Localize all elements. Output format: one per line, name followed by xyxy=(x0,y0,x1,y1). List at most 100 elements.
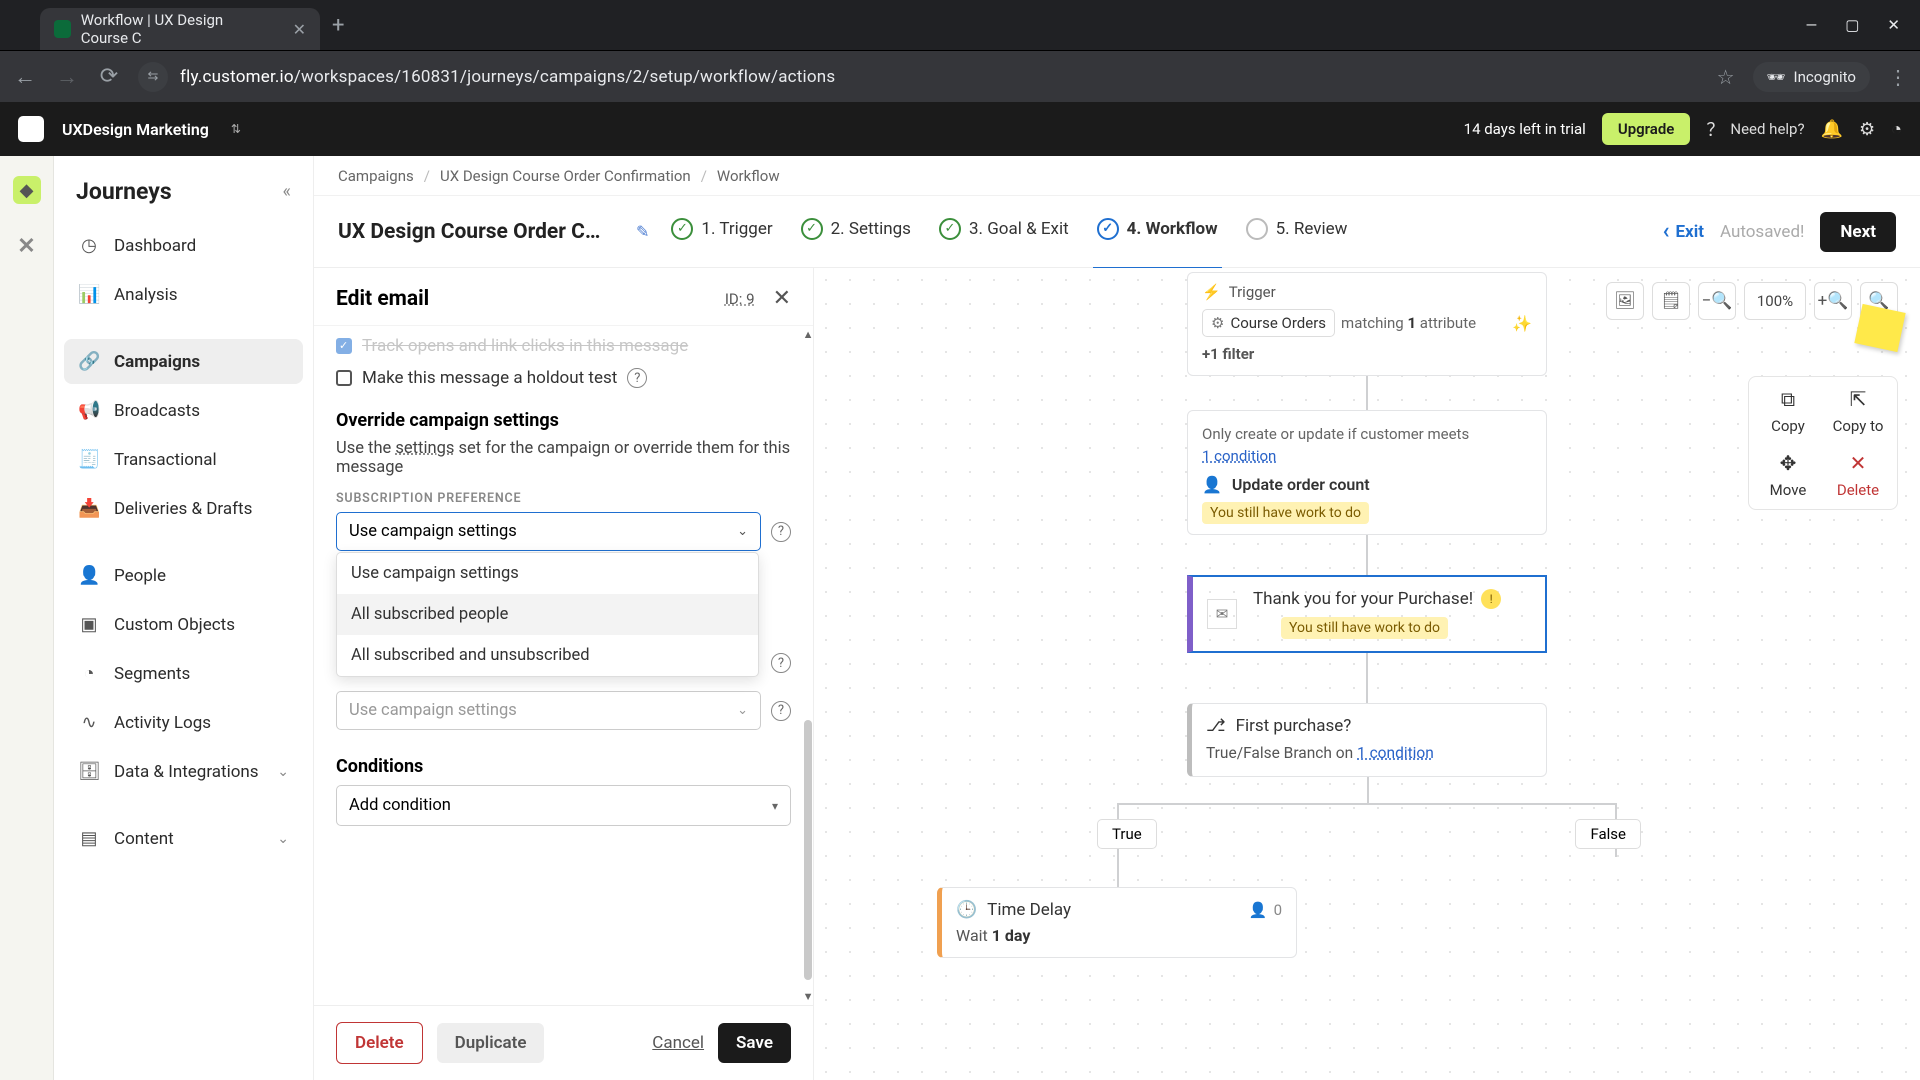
edit-title-icon[interactable]: ✎ xyxy=(636,222,649,241)
chevron-down-icon: ⌄ xyxy=(277,764,289,780)
step-trigger[interactable]: ✓1. Trigger xyxy=(671,218,772,246)
zoom-level[interactable]: 100% xyxy=(1744,282,1806,320)
sidebar-item-content[interactable]: ▤Content⌄ xyxy=(64,816,303,861)
copy-to-action[interactable]: ⇱Copy to xyxy=(1823,387,1893,435)
node-actions: ⧉Copy ⇱Copy to ✥Move ✕Delete xyxy=(1748,376,1898,510)
zoom-out-icon[interactable]: −🔍 xyxy=(1698,282,1736,320)
scroll-down-icon[interactable]: ▼ xyxy=(803,990,813,1003)
window-maximize-icon[interactable]: ▢ xyxy=(1845,16,1859,34)
sidebar-item-deliveries[interactable]: 📥Deliveries & Drafts xyxy=(64,486,303,531)
sidebar-item-broadcasts[interactable]: 📢Broadcasts xyxy=(64,388,303,433)
sidebar-collapse-icon[interactable]: « xyxy=(283,181,291,202)
sidebar-item-transactional[interactable]: 🧾Transactional xyxy=(64,437,303,482)
crumb-campaigns[interactable]: Campaigns xyxy=(338,167,414,185)
delete-button[interactable]: Delete xyxy=(336,1022,423,1064)
sidebar-item-activity[interactable]: ∿Activity Logs xyxy=(64,700,303,745)
email-icon: ✉ xyxy=(1207,599,1237,629)
sidebar-item-data[interactable]: 🗄Data & Integrations⌄ xyxy=(64,749,303,794)
tab-close-icon[interactable]: ✕ xyxy=(293,20,306,39)
save-button[interactable]: Save xyxy=(718,1023,791,1063)
checkbox-checked-icon[interactable] xyxy=(336,338,352,354)
settings-link[interactable]: settings xyxy=(395,439,454,458)
sidebar-item-analysis[interactable]: 📊Analysis xyxy=(64,272,303,317)
step-goal[interactable]: ✓3. Goal & Exit xyxy=(939,218,1069,246)
email-node[interactable]: ✉ Thank you for your Purchase! ! You sti… xyxy=(1187,575,1547,653)
bookmark-icon[interactable]: ☆ xyxy=(1717,65,1735,89)
exit-link[interactable]: Exit xyxy=(1663,219,1704,244)
trigger-filter[interactable]: +1 filter xyxy=(1202,345,1532,363)
workspace-name[interactable]: UXDesign Marketing xyxy=(62,120,209,139)
reload-button[interactable]: ⟳ xyxy=(96,64,122,89)
sidebar-item-dashboard[interactable]: ◷Dashboard xyxy=(64,223,303,268)
delay-node[interactable]: 🕒Time Delay 👤0 Wait 1 day xyxy=(937,887,1297,958)
settings-icon[interactable]: ⚙ xyxy=(1859,119,1875,140)
add-condition-select[interactable]: Add condition ▾ xyxy=(336,785,791,826)
condition-link[interactable]: 1 condition xyxy=(1202,447,1276,465)
step-review[interactable]: 5. Review xyxy=(1246,218,1348,246)
browser-tab[interactable]: Workflow | UX Design Course C ✕ xyxy=(40,8,320,50)
delete-action[interactable]: ✕Delete xyxy=(1823,451,1893,499)
cancel-link[interactable]: Cancel xyxy=(652,1033,704,1053)
profile-icon[interactable]: ◔ xyxy=(1891,119,1902,140)
help-icon[interactable]: ? xyxy=(627,368,647,388)
site-info-icon[interactable]: ⇆ xyxy=(138,62,168,92)
step-workflow[interactable]: ✓4. Workflow xyxy=(1097,218,1218,246)
incognito-icon: 🕶 xyxy=(1767,68,1786,86)
branch-cond-link[interactable]: 1 condition xyxy=(1357,744,1434,762)
help-icon[interactable]: ? xyxy=(771,522,791,542)
condition-node[interactable]: Only create or update if customer meets … xyxy=(1187,410,1547,535)
window-close-icon[interactable]: ✕ xyxy=(1887,16,1900,34)
sidebar-item-campaigns[interactable]: 🔗Campaigns xyxy=(64,339,303,384)
holdout-row[interactable]: Make this message a holdout test ? xyxy=(336,368,791,388)
help-icon[interactable]: ? xyxy=(771,653,791,673)
browser-menu-icon[interactable]: ⋮ xyxy=(1888,65,1908,89)
back-button[interactable]: ← xyxy=(12,64,38,90)
zoom-in-icon[interactable]: +🔍 xyxy=(1814,282,1852,320)
workflow-canvas[interactable]: 🖼 🗒 −🔍 100% +🔍 🔍 ⧉Copy ⇱Copy to ✥Move ✕D… xyxy=(814,268,1920,1080)
panel-close-icon[interactable]: ✕ xyxy=(773,286,791,311)
secondary-select[interactable]: Use campaign settings ⌄ xyxy=(336,691,761,730)
scroll-up-icon[interactable]: ▲ xyxy=(803,328,813,341)
incognito-chip[interactable]: 🕶 Incognito xyxy=(1753,62,1871,92)
sidebar-item-segments[interactable]: ◔Segments xyxy=(64,651,303,696)
help-button[interactable]: ？Need help? xyxy=(1706,116,1804,142)
new-tab-button[interactable]: + xyxy=(320,13,356,38)
copy-action[interactable]: ⧉Copy xyxy=(1753,387,1823,435)
app-logo-icon[interactable] xyxy=(18,116,44,142)
help-icon[interactable]: ? xyxy=(771,701,791,721)
next-button[interactable]: Next xyxy=(1820,212,1896,252)
checkbox-icon[interactable] xyxy=(336,370,352,386)
sidebar-item-custom-objects[interactable]: ▣Custom Objects xyxy=(64,602,303,647)
panel-scrollbar[interactable]: ▲ ▼ xyxy=(803,326,813,1005)
dd-option-subscribed[interactable]: All subscribed people xyxy=(337,594,758,635)
sidebar-item-people[interactable]: 👤People xyxy=(64,553,303,598)
campaign-title: UX Design Course Order Confir… xyxy=(338,220,608,244)
subscription-pref-select[interactable]: Use campaign settings ⌄ xyxy=(336,512,761,551)
help-icon: ？ xyxy=(1706,116,1724,142)
rail-journeys-icon[interactable]: ◆ xyxy=(13,176,41,204)
notifications-icon[interactable]: 🔔 xyxy=(1821,119,1843,140)
duplicate-button[interactable]: Duplicate xyxy=(437,1023,545,1063)
panel-id[interactable]: ID: 9 xyxy=(725,290,755,308)
dd-option-campaign-settings[interactable]: Use campaign settings xyxy=(337,553,758,594)
rail-x-icon[interactable]: ✕ xyxy=(13,232,41,260)
segment-chip[interactable]: ⚙Course Orders xyxy=(1202,309,1335,337)
dd-option-all[interactable]: All subscribed and unsubscribed xyxy=(337,635,758,676)
forward-button[interactable]: → xyxy=(54,64,80,90)
branch-false[interactable]: False xyxy=(1575,819,1641,849)
edit-panel: Edit email ID: 9 ✕ Track opens and link … xyxy=(314,268,814,1080)
window-minimize-icon[interactable]: — xyxy=(1806,16,1818,34)
workspace-menu-icon[interactable]: ⇅ xyxy=(231,122,241,136)
sparkle-icon[interactable]: ✨ xyxy=(1512,314,1532,333)
upgrade-button[interactable]: Upgrade xyxy=(1602,113,1691,145)
step-settings[interactable]: ✓2. Settings xyxy=(801,218,911,246)
branch-true[interactable]: True xyxy=(1097,819,1157,849)
move-action[interactable]: ✥Move xyxy=(1753,451,1823,499)
scroll-thumb[interactable] xyxy=(804,720,812,980)
people-count: 👤0 xyxy=(1249,901,1282,919)
trigger-node[interactable]: ⚡Trigger ⚙Course Orders matching 1 attri… xyxy=(1187,272,1547,376)
crumb-campaign-name[interactable]: UX Design Course Order Confirmation xyxy=(440,167,691,185)
address-bar[interactable]: fly.customer.io/workspaces/160831/journe… xyxy=(180,67,1701,87)
branch-node[interactable]: ⎇First purchase? True/False Branch on 1 … xyxy=(1187,703,1547,777)
delete-icon: ✕ xyxy=(1850,451,1867,475)
